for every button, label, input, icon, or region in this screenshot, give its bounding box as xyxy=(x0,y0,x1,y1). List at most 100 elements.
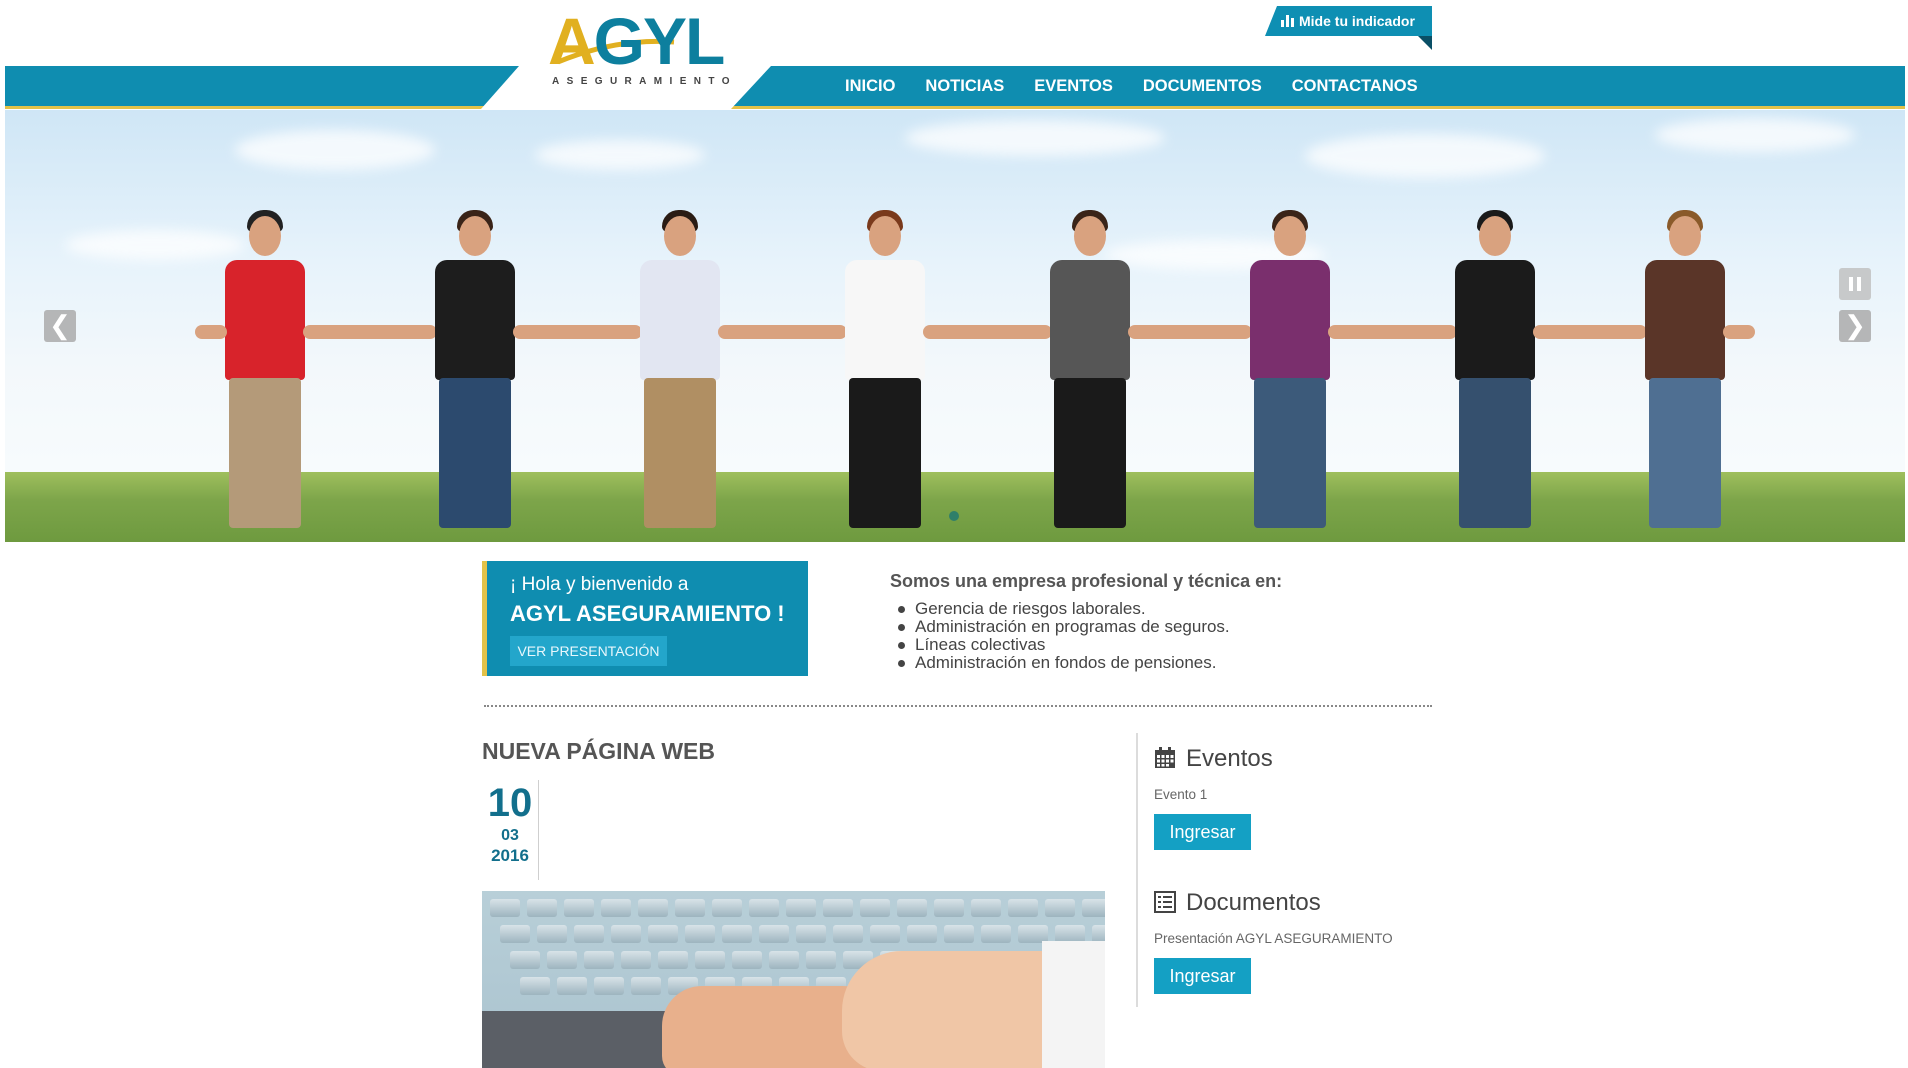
view-presentation-button[interactable]: VER PRESENTACIÓN xyxy=(510,636,667,666)
keyboard-key xyxy=(594,977,624,995)
keyboard-key xyxy=(806,951,836,969)
keyboard-key xyxy=(769,951,799,969)
keyboard-key xyxy=(796,925,826,943)
keyboard-key xyxy=(631,977,661,995)
nav-item-eventos[interactable]: EVENTOS xyxy=(1034,66,1113,106)
keyboard-key xyxy=(695,951,725,969)
keyboard-key xyxy=(601,899,631,917)
calendar-icon xyxy=(1155,747,1175,768)
keyboard-key xyxy=(685,925,715,943)
cloud xyxy=(535,140,705,170)
keyboard-key xyxy=(675,899,705,917)
keyboard-key xyxy=(823,899,853,917)
joined-arms xyxy=(718,325,847,339)
keyboard-key xyxy=(574,925,604,943)
keyboard-key xyxy=(786,899,816,917)
events-title: Eventos xyxy=(1186,745,1273,772)
joined-arms xyxy=(303,325,437,339)
keyboard-key xyxy=(510,951,540,969)
keyboard-key xyxy=(537,925,567,943)
slider-pause-button[interactable] xyxy=(1839,268,1871,300)
keyboard-key xyxy=(860,899,890,917)
events-enter-button[interactable]: Ingresar xyxy=(1154,814,1251,850)
bar-chart-icon xyxy=(1281,15,1294,27)
list-item: Líneas colectivas xyxy=(890,636,1450,654)
keyboard-key xyxy=(490,899,520,917)
keyboard-key xyxy=(971,899,1001,917)
keyboard-key xyxy=(833,925,863,943)
chevron-left-icon: ❮ xyxy=(49,310,71,340)
news-date: 10 03 2016 xyxy=(482,780,539,880)
keyboard-key xyxy=(658,951,688,969)
shirt-cuff xyxy=(1042,941,1105,1068)
documents-enter-button[interactable]: Ingresar xyxy=(1154,958,1251,994)
keyboard-key xyxy=(712,899,742,917)
measure-indicator-label: Mide tu indicador xyxy=(1299,13,1415,29)
nav-item-documentos[interactable]: DOCUMENTOS xyxy=(1143,66,1262,106)
joined-arms xyxy=(1128,325,1252,339)
slider-dot[interactable] xyxy=(949,511,959,521)
site-logo[interactable]: AGYL ASEGURAMIENTO xyxy=(548,6,738,87)
keyboard-key xyxy=(638,899,668,917)
slider-next-button[interactable]: ❯ xyxy=(1839,310,1871,342)
cloud xyxy=(905,120,1165,156)
document-item[interactable]: Presentación AGYL ASEGURAMIENTO xyxy=(1154,931,1393,946)
cloud xyxy=(1305,134,1545,178)
keyboard-key xyxy=(621,951,651,969)
keyboard-key xyxy=(749,899,779,917)
news-month: 03 xyxy=(501,827,519,844)
welcome-greeting: ¡ Hola y bienvenido a xyxy=(510,574,689,595)
list-item: Administración en fondos de pensiones. xyxy=(890,654,1450,672)
top-header xyxy=(0,0,1908,66)
news-image[interactable] xyxy=(482,891,1105,1068)
list-item: Administración en programas de seguros. xyxy=(890,618,1450,636)
keyboard-key xyxy=(1008,899,1038,917)
events-block: Eventos Evento 1 Ingresar xyxy=(1154,743,1273,850)
welcome-company: AGYL ASEGURAMIENTO ! xyxy=(510,601,785,626)
slider-prev-button[interactable]: ❮ xyxy=(44,310,76,342)
keyboard-key xyxy=(648,925,678,943)
keyboard-key xyxy=(981,925,1011,943)
cloud xyxy=(65,230,245,260)
nav-item-inicio[interactable]: INICIO xyxy=(845,66,895,106)
news-title[interactable]: NUEVA PÁGINA WEB xyxy=(482,738,715,765)
arm xyxy=(1723,325,1755,339)
news-day: 10 xyxy=(487,781,533,825)
documents-block: Documentos Presentación AGYL ASEGURAMIEN… xyxy=(1154,887,1393,994)
keyboard-key xyxy=(1045,899,1075,917)
news-year: 2016 xyxy=(491,846,529,865)
nav-item-contactanos[interactable]: CONTACTANOS xyxy=(1292,66,1418,106)
nav-item-noticias[interactable]: NOTICIAS xyxy=(925,66,1004,106)
hero-slider[interactable]: ❮ ❯ xyxy=(5,110,1905,542)
keyboard-key xyxy=(547,951,577,969)
keyboard-key xyxy=(870,925,900,943)
documents-title: Documentos xyxy=(1186,889,1321,916)
keyboard-key xyxy=(897,899,927,917)
event-item[interactable]: Evento 1 xyxy=(1154,787,1251,802)
list-item: Gerencia de riesgos laborales. xyxy=(890,600,1450,618)
services-section: Somos una empresa profesional y técnica … xyxy=(890,571,1450,672)
joined-arms xyxy=(513,325,642,339)
keyboard-key xyxy=(907,925,937,943)
welcome-box: ¡ Hola y bienvenido a AGYL ASEGURAMIENTO… xyxy=(482,561,808,676)
logo-tagline: ASEGURAMIENTO xyxy=(552,76,737,87)
keyboard-key xyxy=(732,951,762,969)
cloud xyxy=(1655,118,1855,152)
list-icon xyxy=(1154,891,1176,913)
sidebar: Eventos Evento 1 Ingresar Documentos Pre… xyxy=(1136,733,1438,1007)
keyboard-key xyxy=(500,925,530,943)
keyboard-key xyxy=(759,925,789,943)
chevron-right-icon: ❯ xyxy=(1844,310,1866,340)
keyboard-key xyxy=(1082,899,1105,917)
services-title: Somos una empresa profesional y técnica … xyxy=(890,571,1283,591)
keyboard-key xyxy=(722,925,752,943)
joined-arms xyxy=(923,325,1052,339)
keyboard-key xyxy=(584,951,614,969)
measure-indicator-button[interactable]: Mide tu indicador xyxy=(1265,6,1432,36)
keyboard-key xyxy=(564,899,594,917)
keyboard-key xyxy=(527,899,557,917)
ribbon-fold xyxy=(1418,36,1432,50)
main-navigation: INICIO NOTICIAS EVENTOS DOCUMENTOS CONTA… xyxy=(845,66,1448,106)
keyboard-key xyxy=(944,925,974,943)
keyboard-key xyxy=(557,977,587,995)
